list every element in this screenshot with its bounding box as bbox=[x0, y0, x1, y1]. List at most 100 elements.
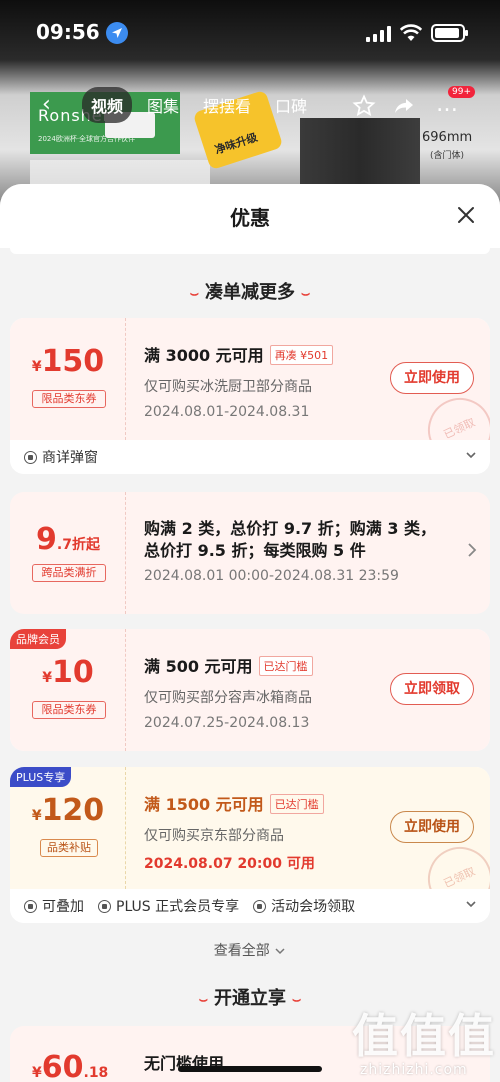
coupon-amount-value: 10 bbox=[52, 655, 94, 690]
chevron-down-icon[interactable] bbox=[464, 448, 478, 462]
coupon-info: 满 500 元可用 已达门槛 仅可购买部分容声冰箱商品 2024.07.25-20… bbox=[144, 653, 313, 731]
coupon-footer[interactable]: 商详弹窗 bbox=[10, 440, 490, 474]
tab-try-it[interactable]: 摆摆看 bbox=[194, 87, 260, 123]
coupon-validity: 2024.08.07 20:00 可用 bbox=[144, 856, 315, 872]
coupon-threshold: 满 3000 元可用 再凑 ¥501 bbox=[144, 342, 334, 366]
sheet-title: 优惠 bbox=[230, 206, 270, 230]
see-all-link[interactable]: 查看全部 bbox=[0, 940, 500, 960]
back-icon[interactable]: ‹ bbox=[42, 92, 51, 117]
footer-item: PLUS 正式会员专享 bbox=[98, 896, 239, 916]
footer-item: 商详弹窗 bbox=[24, 447, 98, 467]
coupon-info: 满 3000 元可用 再凑 ¥501 仅可购买冰洗厨卫部分商品 2024.08.0… bbox=[144, 342, 334, 420]
coupon-validity: 2024.08.01-2024.08.31 bbox=[144, 404, 310, 420]
deco-left-icon: ⌣ bbox=[198, 992, 208, 1008]
status-time: 09:56 bbox=[36, 20, 100, 44]
popup-icon bbox=[24, 450, 37, 464]
discount-rule-line1: 购满 2 类，总价打 9.7 折；购满 3 类， bbox=[144, 519, 437, 538]
promo-badge-text: 净味升级 bbox=[213, 130, 260, 157]
discount-value-area: 9.7折起 跨品类满折 bbox=[10, 492, 126, 614]
discount-rule-line2: 总价打 9.5 折；每类限购 5 件 bbox=[144, 541, 366, 560]
coupon-card: ¥150 限品类东券 满 3000 元可用 再凑 ¥501 仅可购买冰洗厨卫部分商… bbox=[10, 318, 490, 474]
coupon-body: ¥120 品类补贴 满 1500 元可用 已达门槛 仅可购买京东部分商品 2024… bbox=[10, 767, 490, 922]
size-label: 696mm bbox=[422, 130, 473, 145]
coupon-footer[interactable]: 可叠加 PLUS 正式会员专享 活动会场领取 bbox=[10, 889, 490, 923]
signal-icon bbox=[366, 26, 391, 42]
tab-video[interactable]: 视频 bbox=[82, 87, 133, 123]
chevron-down-icon[interactable] bbox=[464, 897, 478, 911]
coupon-amount: ¥120 bbox=[10, 793, 126, 828]
coupon-body: ¥150 限品类东券 满 3000 元可用 再凑 ¥501 仅可购买冰洗厨卫部分商… bbox=[10, 318, 490, 473]
coupon-amount-value: 60 bbox=[41, 1050, 84, 1082]
coupon-amount: ¥10 bbox=[10, 655, 126, 690]
currency-symbol: ¥ bbox=[31, 808, 42, 824]
deco-right-icon: ⌣ bbox=[301, 286, 311, 302]
share-icon[interactable] bbox=[392, 94, 416, 118]
see-all-label: 查看全部 bbox=[213, 943, 270, 959]
threshold-met-pill: 已达门槛 bbox=[269, 794, 324, 814]
discount-number: 9 bbox=[36, 522, 57, 557]
crown-icon bbox=[98, 899, 111, 913]
footer-item-label: 活动会场领取 bbox=[271, 899, 356, 915]
watermark-logo: 值值值 bbox=[352, 1009, 496, 1063]
close-icon[interactable] bbox=[457, 206, 475, 224]
currency-symbol: ¥ bbox=[42, 670, 52, 686]
coupon-amount-value: 150 bbox=[41, 344, 105, 379]
tab-reviews[interactable]: 口碑 bbox=[266, 87, 316, 123]
claim-now-button[interactable]: 立即领取 bbox=[390, 673, 474, 705]
footer-item: 可叠加 bbox=[24, 896, 84, 916]
chevron-right-icon[interactable] bbox=[466, 542, 478, 558]
coupon-gap-pill: 再凑 ¥501 bbox=[269, 345, 334, 365]
discount-card[interactable]: 9.7折起 跨品类满折 购满 2 类，总价打 9.7 折；购满 3 类， 总价打… bbox=[10, 492, 490, 614]
media-tabs: 视频 图集 摆摆看 口碑 bbox=[82, 87, 316, 123]
size-sublabel: (含门体) bbox=[430, 151, 465, 161]
threshold-met-pill: 已达门槛 bbox=[258, 656, 313, 676]
footer-item-label: 可叠加 bbox=[42, 899, 84, 915]
venue-icon bbox=[253, 899, 267, 913]
message-count-badge: 99+ bbox=[448, 86, 475, 98]
discount-suffix: .7折起 bbox=[56, 537, 100, 553]
watermark-site: zhizhizhi.com bbox=[360, 1062, 468, 1078]
favorite-star-icon[interactable] bbox=[352, 94, 376, 118]
coupon-validity: 2024.07.25-2024.08.13 bbox=[144, 715, 310, 731]
coupon-value-area: ¥150 限品类东券 bbox=[10, 318, 126, 440]
coupon-threshold: 满 500 元可用 已达门槛 bbox=[144, 653, 313, 677]
wifi-icon bbox=[400, 24, 422, 41]
coupon-threshold-text: 满 500 元可用 bbox=[144, 657, 253, 676]
coupon-scope: 仅可购买冰洗厨卫部分商品 bbox=[144, 379, 312, 395]
discount-validity: 2024.08.01 00:00-2024.08.31 23:59 bbox=[144, 568, 399, 584]
coupon-amount: ¥150 bbox=[10, 344, 126, 379]
use-now-button[interactable]: 立即使用 bbox=[390, 811, 474, 843]
coupon-info: 满 1500 元可用 已达门槛 仅可购买京东部分商品 2024.08.07 20:… bbox=[144, 791, 324, 873]
coupon-card: ¥10 限品类东券 满 500 元可用 已达门槛 仅可购买部分容声冰箱商品 202… bbox=[10, 629, 490, 751]
home-indicator bbox=[178, 1066, 322, 1072]
coupon-scope: 仅可购买京东部分商品 bbox=[144, 828, 284, 844]
sheet-header: 优惠 bbox=[0, 184, 500, 248]
discount-amount: 9.7折起 bbox=[10, 522, 126, 557]
coupon-type-tag: 品类补贴 bbox=[40, 839, 98, 857]
coupon-threshold-text: 满 3000 元可用 bbox=[144, 346, 264, 365]
section-title-text: 凑单减更多 bbox=[205, 282, 295, 303]
coupon-type-tag: 限品类东券 bbox=[32, 390, 106, 408]
coupon-body: ¥10 限品类东券 满 500 元可用 已达门槛 仅可购买部分容声冰箱商品 202… bbox=[10, 629, 490, 751]
coupon-threshold: 满 1500 元可用 已达门槛 bbox=[144, 791, 324, 815]
deco-left-icon: ⌣ bbox=[189, 286, 199, 302]
section-title-text: 开通立享 bbox=[214, 988, 286, 1009]
previous-card-edge bbox=[10, 248, 490, 254]
discount-rule: 购满 2 类，总价打 9.7 折；购满 3 类， 总价打 9.5 折；每类限购 … bbox=[144, 518, 436, 562]
footer-item-label: 商详弹窗 bbox=[42, 450, 98, 466]
stackable-icon bbox=[24, 899, 37, 913]
coupon-amount-suffix: .18 bbox=[83, 1065, 109, 1081]
location-arrow-icon bbox=[106, 22, 128, 44]
use-now-button[interactable]: 立即使用 bbox=[390, 362, 474, 394]
currency-symbol: ¥ bbox=[31, 359, 42, 375]
tab-gallery[interactable]: 图集 bbox=[138, 87, 188, 123]
currency-symbol: ¥ bbox=[32, 1065, 42, 1081]
chevron-down-icon bbox=[275, 948, 285, 955]
coupon-amount-value: 120 bbox=[41, 793, 105, 828]
footer-item: 活动会场领取 bbox=[253, 896, 355, 916]
deco-right-icon: ⌣ bbox=[292, 992, 302, 1008]
section-title-bundle: ⌣ 凑单减更多 ⌣ bbox=[0, 277, 500, 309]
coupon-threshold-text: 满 1500 元可用 bbox=[144, 795, 264, 814]
coupon-card: ¥120 品类补贴 满 1500 元可用 已达门槛 仅可购买京东部分商品 2024… bbox=[10, 767, 490, 923]
battery-icon bbox=[431, 24, 468, 42]
